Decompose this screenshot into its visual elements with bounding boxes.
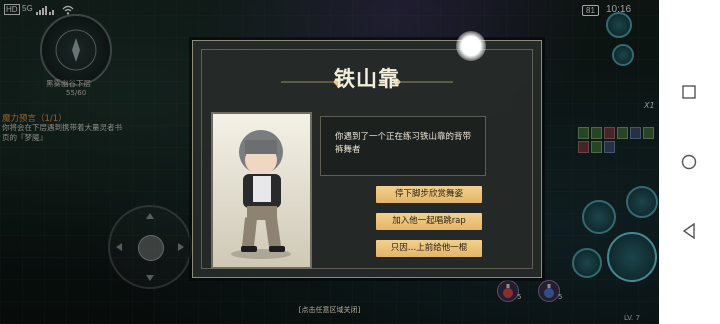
event-description: 你遇到了一个正在练习铁山靠的背带裤舞者 [335, 132, 472, 155]
game-viewport[interactable]: HD 5G 81 10:16 黑雾幽谷下层 55/60 魔力预言（1/1） 你将… [0, 0, 659, 324]
event-portrait [211, 112, 312, 269]
back-triangle-icon [682, 223, 695, 239]
event-title: 铁山靠 [334, 67, 400, 91]
home-button[interactable] [677, 150, 701, 174]
choice-button-1[interactable]: 停下脚步欣赏舞姿 [376, 186, 482, 203]
home-circle-icon [681, 154, 697, 170]
glow-orb-icon [456, 31, 486, 61]
close-hint[interactable]: [点击任意区域关闭] [0, 305, 659, 315]
navigation-bar [659, 0, 720, 324]
choice-button-3[interactable]: 只因…上前给他一棍 [376, 240, 482, 257]
recents-button[interactable] [677, 80, 701, 104]
event-description-box: 你遇到了一个正在练习铁山靠的背带裤舞者 [320, 116, 486, 176]
back-button[interactable] [677, 219, 701, 243]
dancer-character-icon [231, 130, 291, 259]
recents-square-icon [682, 85, 696, 99]
choice-button-2[interactable]: 加入他一起唱跳rap [376, 213, 482, 230]
